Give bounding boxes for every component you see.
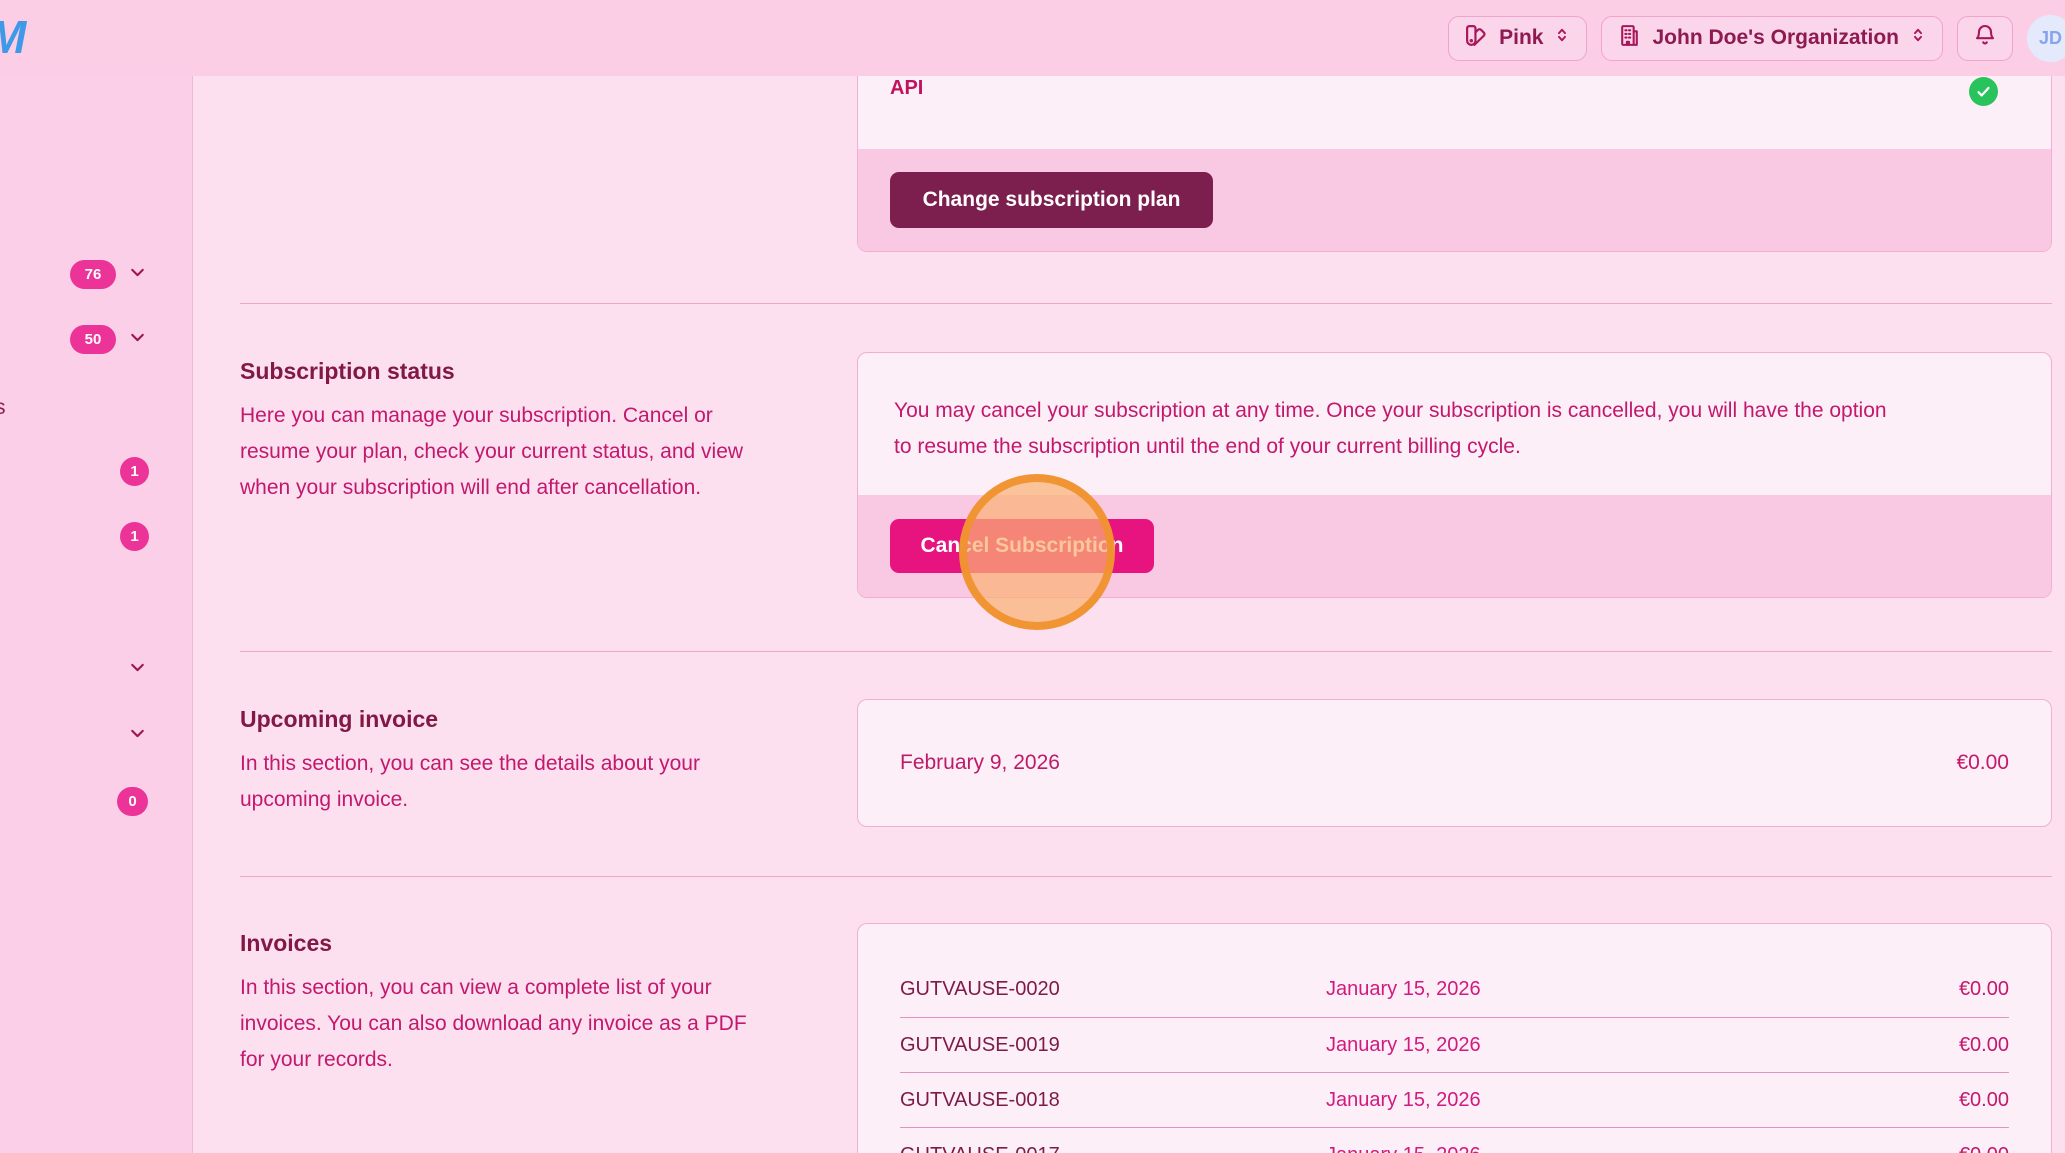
invoice-row[interactable]: GUTVAUSE-0018 January 15, 2026 €0.00 xyxy=(900,1072,2009,1127)
invoices-title: Invoices xyxy=(240,930,332,957)
chevron-up-down-icon xyxy=(1553,26,1571,50)
invoice-amount: €0.00 xyxy=(1959,978,2009,1001)
upcoming-invoice-description: In this section, you can see the details… xyxy=(240,746,700,818)
invoice-number: GUTVAUSE-0017 xyxy=(900,1144,1326,1153)
plan-card: API Change subscription plan xyxy=(857,76,2052,252)
section-divider xyxy=(240,303,2052,304)
upcoming-invoice-date: February 9, 2026 xyxy=(900,751,1060,775)
sidebar-count-badge[interactable]: 50 xyxy=(70,325,116,354)
invoices-card: GUTVAUSE-0020 January 15, 2026 €0.00 GUT… xyxy=(857,923,2052,1153)
header-actions: Pink John Doe's Organization JD xyxy=(1448,0,2065,76)
cancel-subscription-button[interactable]: Cancel Subscription xyxy=(890,519,1154,573)
organization-selector[interactable]: John Doe's Organization xyxy=(1601,16,1943,61)
sidebar-count-badge[interactable]: 76 xyxy=(70,260,116,289)
check-icon xyxy=(1969,77,1998,106)
upcoming-invoice-row: February 9, 2026 €0.00 xyxy=(858,700,2051,826)
theme-selector-label: Pink xyxy=(1499,26,1543,50)
chevron-up-down-icon xyxy=(1909,26,1927,50)
sidebar-count-badge[interactable]: 1 xyxy=(120,457,149,486)
organization-selector-label: John Doe's Organization xyxy=(1652,26,1899,50)
swatch-book-icon xyxy=(1464,23,1489,54)
subscription-status-card-footer: Cancel Subscription xyxy=(858,495,2051,597)
main-content: API Change subscription plan Subscriptio… xyxy=(193,76,2065,1153)
invoice-date: January 15, 2026 xyxy=(1326,1089,1959,1112)
user-avatar[interactable]: JD xyxy=(2027,15,2065,62)
subscription-status-card: You may cancel your subscription at any … xyxy=(857,352,2052,598)
invoices-description: In this section, you can view a complete… xyxy=(240,970,747,1078)
invoice-amount: €0.00 xyxy=(1959,1034,2009,1057)
sidebar-nav: 76 50 s 1 1 0 xyxy=(0,76,193,1153)
invoice-number: GUTVAUSE-0019 xyxy=(900,1034,1326,1057)
plan-card-footer: Change subscription plan xyxy=(858,149,2051,251)
sidebar-count-badge[interactable]: 1 xyxy=(120,522,149,551)
section-divider xyxy=(240,651,2052,652)
invoice-date: January 15, 2026 xyxy=(1326,978,1959,1001)
invoice-date: January 15, 2026 xyxy=(1326,1144,1959,1153)
chevron-down-icon[interactable] xyxy=(127,327,148,353)
app-logo: M xyxy=(0,10,26,64)
invoice-date: January 15, 2026 xyxy=(1326,1034,1959,1057)
upcoming-invoice-card: February 9, 2026 €0.00 xyxy=(857,699,2052,827)
plan-feature-label: API xyxy=(890,77,923,100)
invoice-row[interactable]: GUTVAUSE-0017 January 15, 2026 €0.00 xyxy=(900,1127,2009,1153)
invoices-list: GUTVAUSE-0020 January 15, 2026 €0.00 GUT… xyxy=(858,962,2051,1153)
notifications-button[interactable] xyxy=(1957,16,2013,61)
invoice-amount: €0.00 xyxy=(1959,1089,2009,1112)
invoice-number: GUTVAUSE-0020 xyxy=(900,978,1326,1001)
top-bar: M Pink John Doe's Organization xyxy=(0,0,2065,76)
subscription-status-title: Subscription status xyxy=(240,358,455,385)
billing-settings-page: API Change subscription plan Subscriptio… xyxy=(0,0,2065,1153)
chevron-down-icon[interactable] xyxy=(127,657,148,683)
sidebar-item-label: s xyxy=(0,396,6,420)
building-icon xyxy=(1617,23,1642,54)
subscription-status-card-text: You may cancel your subscription at any … xyxy=(894,393,1887,465)
chevron-down-icon[interactable] xyxy=(127,262,148,288)
invoice-row[interactable]: GUTVAUSE-0019 January 15, 2026 €0.00 xyxy=(900,1017,2009,1072)
bell-icon xyxy=(1973,23,1997,53)
theme-selector[interactable]: Pink xyxy=(1448,16,1587,61)
invoice-number: GUTVAUSE-0018 xyxy=(900,1089,1326,1112)
upcoming-invoice-title: Upcoming invoice xyxy=(240,706,438,733)
subscription-status-description: Here you can manage your subscription. C… xyxy=(240,398,743,506)
invoice-amount: €0.00 xyxy=(1959,1144,2009,1153)
invoice-row[interactable]: GUTVAUSE-0020 January 15, 2026 €0.00 xyxy=(900,962,2009,1017)
sidebar-count-badge[interactable]: 0 xyxy=(117,787,148,816)
upcoming-invoice-amount: €0.00 xyxy=(1956,751,2009,775)
change-subscription-plan-button[interactable]: Change subscription plan xyxy=(890,172,1213,228)
section-divider xyxy=(240,876,2052,877)
chevron-down-icon[interactable] xyxy=(127,723,148,749)
